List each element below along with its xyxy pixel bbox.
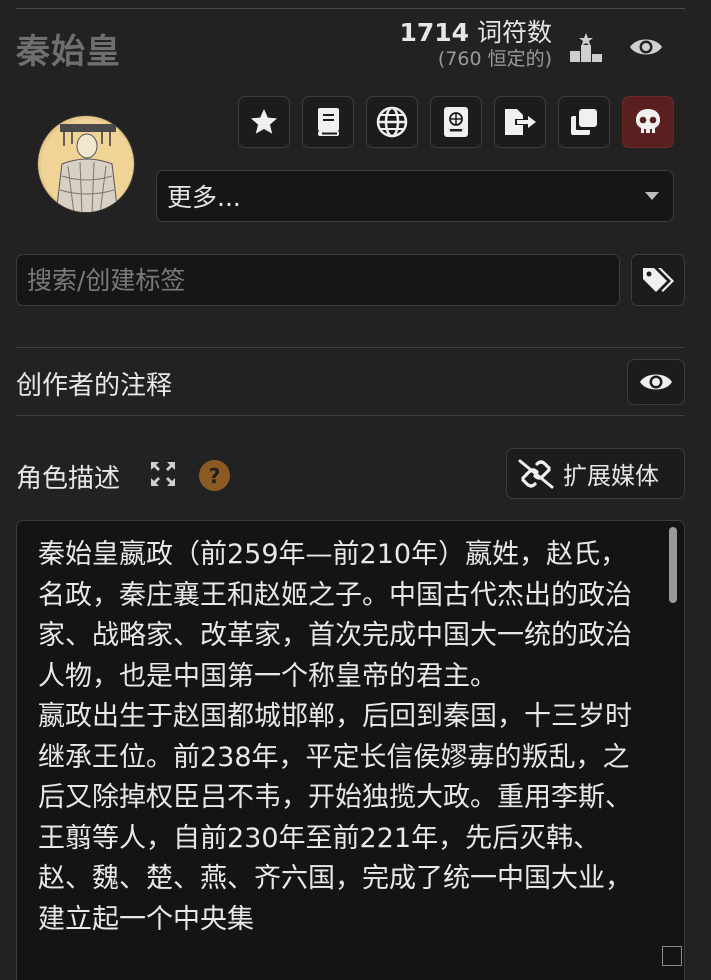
eye-icon (640, 374, 672, 390)
unlink-icon (518, 459, 554, 488)
section-divider (16, 347, 685, 348)
token-count-value: 1714 (399, 18, 470, 47)
description-label: 角色描述 (16, 464, 121, 494)
delete-button[interactable] (622, 96, 674, 148)
extend-media-label: 扩展媒体 (563, 462, 659, 490)
character-name: 秦始皇 (16, 32, 121, 72)
world-info-button[interactable] (366, 96, 418, 148)
visibility-eye-icon[interactable] (626, 30, 666, 64)
top-divider (16, 8, 685, 9)
globe-icon (376, 106, 408, 138)
export-icon (505, 109, 536, 135)
more-options-select[interactable]: 更多... (156, 170, 674, 222)
token-count-label: 词符数 (476, 18, 552, 47)
creator-notes-toggle-button[interactable] (627, 359, 685, 405)
creator-notes-label: 创作者的注释 (16, 371, 173, 401)
star-icon (251, 109, 277, 134)
character-action-toolbar (238, 96, 674, 148)
passport-button[interactable] (430, 96, 482, 148)
permanent-token-count: (760 恒定的) (437, 48, 552, 70)
skull-icon (636, 109, 660, 133)
resize-handle[interactable] (662, 946, 682, 966)
lore-book-button[interactable] (302, 96, 354, 148)
scrollbar-thumb[interactable] (669, 527, 677, 603)
more-options-label: 更多... (167, 183, 241, 212)
passport-icon (444, 107, 468, 137)
section-divider (16, 415, 685, 416)
character-avatar[interactable] (37, 115, 135, 213)
clone-icon (571, 109, 597, 135)
tags-button[interactable] (631, 254, 685, 306)
duplicate-button[interactable] (558, 96, 610, 148)
export-button[interactable] (494, 96, 546, 148)
stats-podium-icon[interactable] (566, 30, 606, 64)
description-textarea[interactable]: 秦始皇嬴政（前259年—前210年）嬴姓，赵氏，名政，秦庄襄王和赵姬之子。中国古… (16, 520, 685, 980)
tags-icon (643, 268, 674, 292)
extend-media-button[interactable]: 扩展媒体 (506, 448, 685, 499)
help-badge[interactable]: ? (199, 460, 230, 491)
book-icon (318, 108, 339, 136)
chevron-down-icon (645, 192, 659, 200)
token-counter: 1714 词符数 (760 恒定的) (380, 18, 552, 70)
description-text[interactable]: 秦始皇嬴政（前259年—前210年）嬴姓，赵氏，名政，秦庄襄王和赵姬之子。中国古… (38, 535, 648, 940)
favorite-button[interactable] (238, 96, 290, 148)
expand-icon[interactable] (148, 459, 178, 489)
tag-search-input[interactable] (16, 254, 620, 306)
